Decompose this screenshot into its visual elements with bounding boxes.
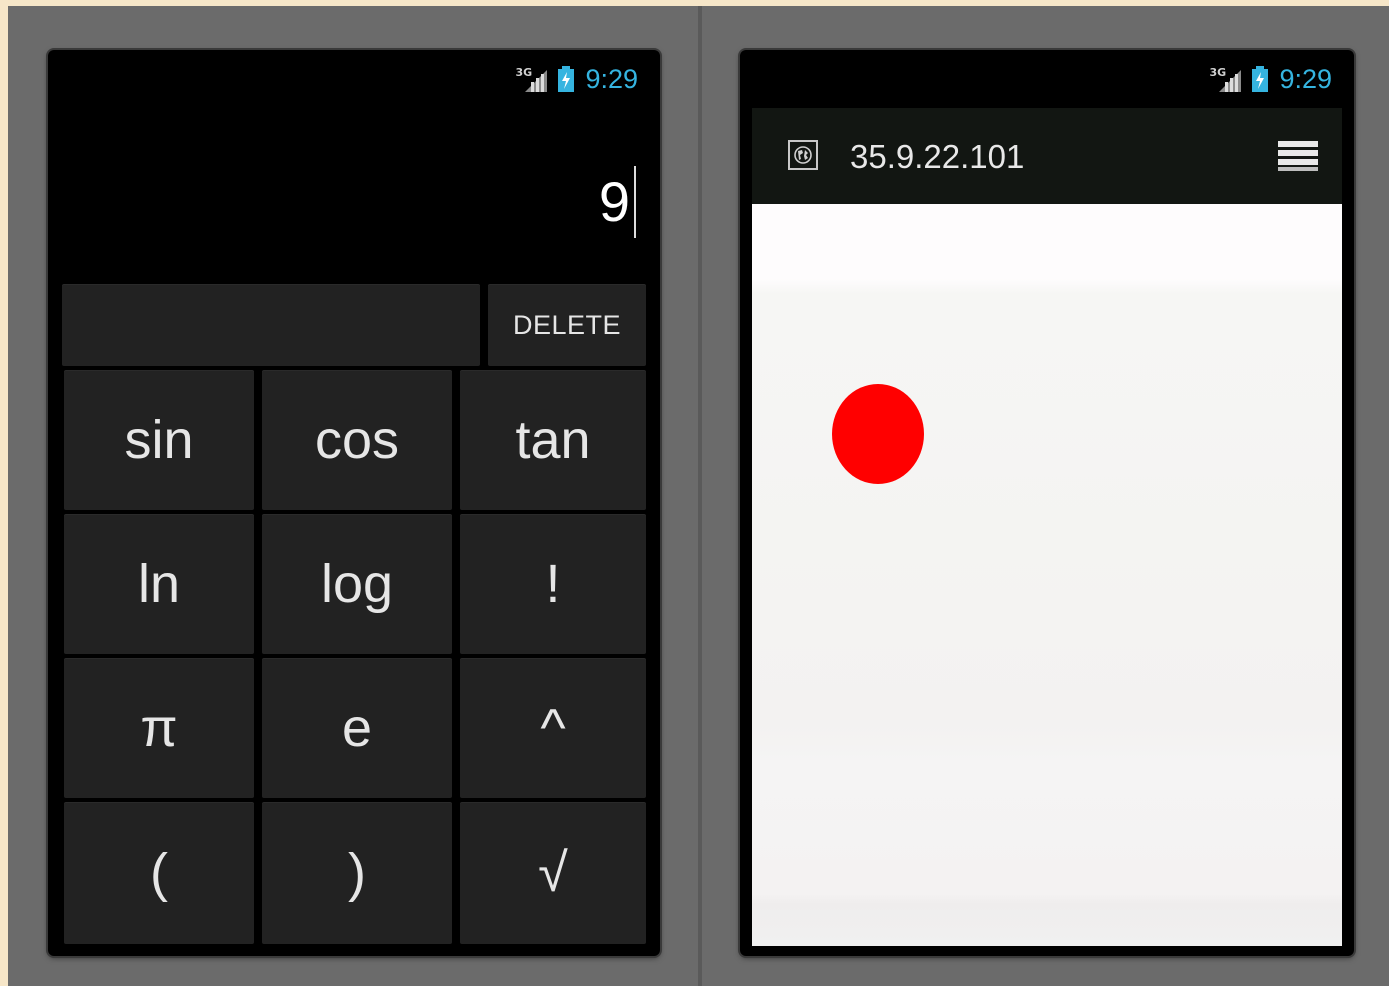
display-value: 9 bbox=[599, 166, 636, 238]
key-ln[interactable]: ln bbox=[64, 514, 254, 654]
status-clock: 9:29 bbox=[585, 63, 638, 94]
key-sqrt[interactable]: √ bbox=[460, 802, 646, 944]
url-text[interactable]: 35.9.22.101 bbox=[850, 138, 1024, 176]
key-open-paren[interactable]: ( bbox=[64, 802, 254, 944]
calculator-phone: 3G 9:29 9 DELETE sin cos tan ln log ! π … bbox=[48, 50, 660, 956]
battery-icon bbox=[1252, 66, 1269, 92]
left-device-panel: 3G 9:29 9 DELETE sin cos tan ln log ! π … bbox=[8, 6, 698, 986]
status-bar: 3G 9:29 bbox=[48, 50, 660, 110]
key-pi[interactable]: π bbox=[64, 658, 254, 798]
status-bar: 3G 9:29 bbox=[740, 50, 1354, 110]
signal-icon: 3G bbox=[1209, 64, 1243, 94]
menu-icon[interactable] bbox=[1276, 140, 1320, 172]
signal-icon: 3G bbox=[515, 64, 549, 94]
key-e[interactable]: e bbox=[262, 658, 452, 798]
status-clock: 9:29 bbox=[1279, 63, 1332, 94]
delete-button[interactable]: DELETE bbox=[488, 284, 646, 366]
url-bar[interactable]: 35.9.22.101 bbox=[752, 108, 1342, 204]
key-power[interactable]: ^ bbox=[460, 658, 646, 798]
key-log[interactable]: log bbox=[262, 514, 452, 654]
globe-icon bbox=[788, 140, 818, 170]
key-sin[interactable]: sin bbox=[64, 370, 254, 510]
key-cos[interactable]: cos bbox=[262, 370, 452, 510]
right-device-panel: 3G 9:29 35.9.22.101 bbox=[702, 6, 1389, 986]
formula-area bbox=[62, 284, 480, 366]
battery-icon bbox=[558, 66, 575, 92]
web-content[interactable] bbox=[752, 204, 1342, 946]
calculator-display[interactable]: 9 bbox=[48, 110, 660, 282]
browser-phone: 3G 9:29 35.9.22.101 bbox=[740, 50, 1354, 956]
key-factorial[interactable]: ! bbox=[460, 514, 646, 654]
key-tan[interactable]: tan bbox=[460, 370, 646, 510]
key-close-paren[interactable]: ) bbox=[262, 802, 452, 944]
red-dot[interactable] bbox=[832, 384, 924, 484]
